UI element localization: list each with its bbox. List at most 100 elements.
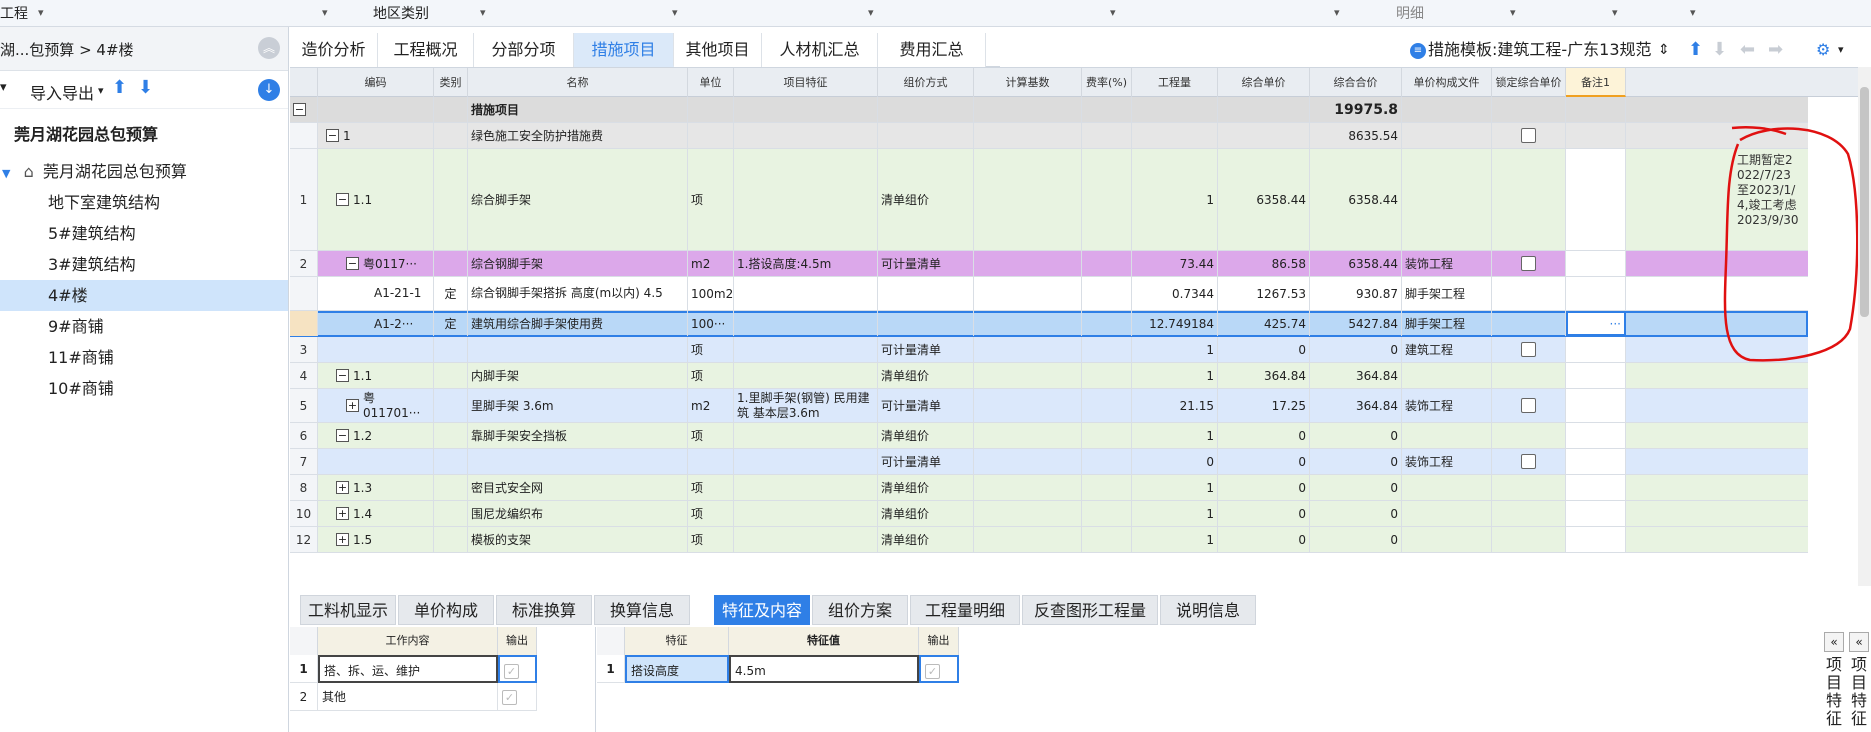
expand-icon[interactable]: + [336, 481, 349, 494]
lock-checkbox[interactable] [1521, 398, 1536, 413]
table-row[interactable]: 1 搭设高度 4.5m ✓ [597, 655, 959, 683]
collapse-left-icon[interactable]: « [1849, 632, 1869, 652]
arrow-right-icon[interactable]: ➡ [1768, 33, 1783, 67]
collapse-icon[interactable]: − [336, 369, 349, 382]
tab-qty-detail[interactable]: 工程量明细 [910, 595, 1020, 625]
tab-unit-price[interactable]: 单价构成 [398, 595, 494, 625]
chevron-down-icon[interactable]: ▾ [868, 6, 874, 19]
chevron-down-icon[interactable]: ▾ [672, 6, 678, 19]
tree-item[interactable]: 5#建筑结构 [0, 218, 288, 249]
scrollbar-thumb[interactable] [1860, 87, 1869, 317]
col-file[interactable]: 单价构成文件 [1402, 68, 1492, 97]
table-row[interactable]: 5 + 粤011701··· 里脚手架 3.6m m2 1.里脚手架(钢管) 民用… [290, 389, 1808, 423]
download-icon[interactable]: ↓ [258, 79, 280, 101]
side-label-features[interactable]: 项目特征 [1824, 656, 1844, 728]
col-note[interactable]: 备注1 [1566, 68, 1626, 97]
col-type[interactable]: 类别 [434, 68, 468, 97]
collapse-icon[interactable]: − [326, 129, 339, 142]
lock-checkbox[interactable] [1521, 256, 1536, 271]
tab-cost-analysis[interactable]: 造价分析 [290, 33, 378, 67]
tab-conversion[interactable]: 换算信息 [594, 595, 690, 625]
table-row[interactable]: − 措施项目 19975.8 [290, 97, 1808, 123]
chevron-down-icon[interactable]: ▾ [1110, 6, 1116, 19]
tab-features[interactable]: 特征及内容 [714, 595, 810, 625]
tab-reverse-qty[interactable]: 反查图形工程量 [1022, 595, 1158, 625]
table-row[interactable]: 1 搭、拆、运、维护 ✓ [290, 655, 537, 683]
tree-root[interactable]: 莞月湖花园总包预算 [0, 119, 288, 150]
chevron-down-icon[interactable]: ▾ [38, 6, 44, 19]
chevron-down-icon[interactable]: ▾ [1510, 6, 1516, 19]
collapse-icon[interactable]: − [336, 429, 349, 442]
chevron-down-icon[interactable]: ▾ [480, 6, 486, 19]
tab-labor[interactable]: 工料机显示 [300, 595, 396, 625]
tab-standard[interactable]: 标准换算 [496, 595, 592, 625]
chevron-down-icon[interactable]: ▾ [1612, 6, 1618, 19]
tab-fees[interactable]: 费用汇总 [878, 33, 986, 67]
tab-other[interactable]: 其他项目 [674, 33, 762, 67]
expand-icon[interactable]: + [336, 507, 349, 520]
expand-icon[interactable]: + [336, 533, 349, 546]
tab-notes[interactable]: 说明信息 [1160, 595, 1256, 625]
tree-item[interactable]: 9#商铺 [0, 311, 288, 342]
collapse-icon[interactable]: − [346, 257, 359, 270]
tree-item[interactable]: 3#建筑结构 [0, 249, 288, 280]
table-row[interactable]: 10 +1.4 围尼龙编织布 项 清单组价 1 0 0 [290, 501, 1808, 527]
col-base[interactable]: 计算基数 [974, 68, 1082, 97]
table-row[interactable]: 8 +1.3 密目式安全网 项 清单组价 1 0 0 [290, 475, 1808, 501]
tree-item[interactable]: 10#商铺 [0, 373, 288, 404]
expand-icon[interactable]: + [346, 399, 359, 412]
col-qty[interactable]: 工程量 [1132, 68, 1218, 97]
move-down-icon[interactable]: ⬇ [138, 77, 153, 98]
tab-pricing-plan[interactable]: 组价方案 [812, 595, 908, 625]
tab-measures[interactable]: 措施项目 [574, 33, 674, 67]
lock-checkbox[interactable] [1521, 454, 1536, 469]
tree-item[interactable]: 11#商铺 [0, 342, 288, 373]
tab-materials[interactable]: 人材机汇总 [762, 33, 878, 67]
sort-icon[interactable]: ⇕ [1658, 33, 1670, 67]
table-row[interactable]: −1 绿色施工安全防护措施费 8635.54 [290, 123, 1808, 149]
table-row[interactable]: 2 其他 ✓ [290, 683, 537, 711]
col-method[interactable]: 组价方式 [878, 68, 974, 97]
tab-overview[interactable]: 工程概况 [378, 33, 474, 67]
collapse-left-icon[interactable]: « [1824, 632, 1844, 652]
chevron-down-icon[interactable]: ▾ [322, 6, 328, 19]
tree-tool-chevron-icon[interactable]: ▾ [0, 80, 7, 95]
col-unit[interactable]: 单位 [688, 68, 734, 97]
collapse-icon[interactable]: − [293, 103, 306, 116]
tree-subroot[interactable]: ▼ ⌂ 莞月湖花园总包预算 [0, 156, 288, 187]
chevron-down-icon[interactable]: ▾ [1838, 33, 1844, 67]
chevron-down-icon[interactable]: ▾ [1690, 6, 1696, 19]
table-row[interactable]: 12 +1.5 模板的支架 项 清单组价 1 0 0 [290, 527, 1808, 553]
tree-item-selected[interactable]: 4#楼 [0, 280, 288, 311]
col-name[interactable]: 名称 [468, 68, 688, 97]
table-row[interactable]: 2 − 粤0117··· 综合钢脚手架 m2 1.搭设高度:4.5m 可计量清单 … [290, 251, 1808, 277]
collapse-icon[interactable]: ︽ [258, 37, 280, 59]
table-row[interactable]: 3 项 可计量清单 1 0 0 建筑工程 [290, 337, 1808, 363]
collapse-icon[interactable]: − [336, 193, 349, 206]
col-feature[interactable]: 项目特征 [734, 68, 878, 97]
table-row[interactable]: 1 −1.1 综合脚手架 项 清单组价 1 6358.44 6358.44 [290, 149, 1808, 251]
chevron-down-icon[interactable]: ▾ [98, 84, 104, 97]
col-rate[interactable]: 费率(%) [1082, 68, 1132, 97]
lock-checkbox[interactable] [1521, 128, 1536, 143]
tree-item[interactable]: 地下室建筑结构 [0, 187, 288, 218]
side-label-features[interactable]: 项目特征 [1849, 656, 1869, 728]
table-row[interactable]: 4 −1.1 内脚手架 项 清单组价 1 364.84 364.84 [290, 363, 1808, 389]
import-export-button[interactable]: 导入导出 [30, 80, 94, 104]
note-edit-button[interactable]: ··· [1566, 311, 1626, 336]
col-price[interactable]: 综合单价 [1218, 68, 1310, 97]
arrow-down-icon[interactable]: ⬇ [1712, 33, 1727, 67]
settings-icon[interactable]: ⚙ [1816, 33, 1830, 67]
col-lock[interactable]: 锁定综合单价 [1492, 68, 1566, 97]
col-code[interactable]: 编码 [318, 68, 434, 97]
chevron-down-icon[interactable]: ▾ [1334, 6, 1340, 19]
expand-arrow-icon[interactable]: ▼ [2, 167, 10, 180]
arrow-left-icon[interactable]: ⬅ [1740, 33, 1755, 67]
table-row[interactable]: 7 可计量清单 0 0 0 装饰工程 [290, 449, 1808, 475]
output-checkbox[interactable]: ✓ [925, 664, 940, 679]
table-row[interactable]: A1-21-1 定 综合钢脚手架搭拆 高度(m以内) 4.5 100m2 0.7… [290, 277, 1808, 311]
breadcrumb-text[interactable]: 湖...包预算 > 4#楼 [0, 39, 134, 60]
vertical-scrollbar[interactable] [1858, 67, 1871, 586]
top-label-project[interactable]: 工程 [0, 3, 28, 23]
output-checkbox[interactable]: ✓ [504, 664, 519, 679]
